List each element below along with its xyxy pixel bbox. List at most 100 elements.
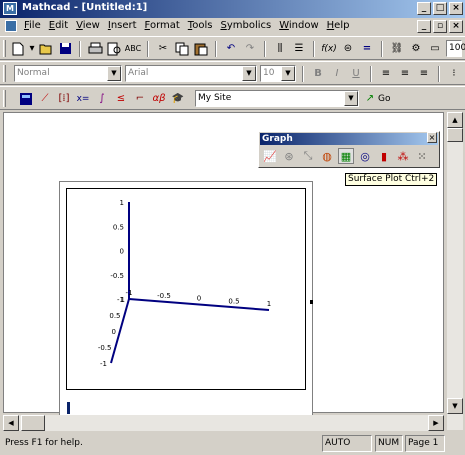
align-down-icon[interactable]: ☰ [291, 41, 307, 57]
menu-window[interactable]: Window [279, 20, 318, 31]
x-tick-label: -0.5 [157, 292, 171, 300]
save-disk-icon[interactable] [57, 41, 73, 57]
insert-hyperlink-icon[interactable]: ⛓ [389, 41, 405, 57]
y-tick-label: 1 [121, 296, 125, 304]
chevron-down-icon[interactable]: ▼ [107, 66, 121, 81]
y-tick-label: -1 [100, 360, 107, 368]
new-document-icon[interactable] [10, 41, 26, 57]
style-value: Normal [17, 68, 50, 78]
open-folder-icon[interactable] [38, 41, 54, 57]
calculator-toolbar-icon[interactable] [18, 91, 34, 107]
close-button[interactable]: × [449, 2, 463, 15]
chevron-down-icon[interactable]: ▼ [344, 91, 358, 106]
font-combo[interactable]: Arial ▼ [125, 65, 257, 82]
go-button[interactable]: Go [378, 94, 390, 104]
paste-icon[interactable] [193, 41, 209, 57]
zoom-combo[interactable]: 100 [446, 40, 465, 57]
graph-toolbar-icon[interactable]: ⟋ [37, 91, 53, 107]
print-icon[interactable] [87, 41, 103, 57]
status-num: NUM [375, 435, 403, 452]
align-center-icon[interactable]: ≡ [397, 66, 413, 82]
evaluation-toolbar-icon[interactable]: x= [75, 91, 91, 107]
calculus-toolbar-icon[interactable]: ∫ [94, 91, 110, 107]
bullets-icon[interactable]: ⁝ [446, 66, 462, 82]
z-tick-label: 0 [120, 248, 124, 256]
vector-field-plot-icon[interactable]: ⁙ [414, 148, 430, 164]
doc-minimize-button[interactable]: _ [417, 20, 431, 33]
menu-file[interactable]: File [24, 20, 41, 31]
italic-icon[interactable]: I [329, 66, 345, 82]
scroll-left-icon[interactable]: ◀ [3, 415, 19, 431]
chevron-down-icon[interactable]: ▼ [242, 66, 256, 81]
print-preview-icon[interactable] [106, 41, 122, 57]
chevron-down-icon[interactable]: ▼ [281, 66, 295, 81]
surface-plot-icon[interactable]: ▦ [338, 148, 354, 164]
undo-icon[interactable]: ↶ [223, 41, 239, 57]
insert-unit-icon[interactable]: ⊜ [340, 41, 356, 57]
menu-bar: File Edit View Insert Format Tools Symbo… [0, 18, 465, 35]
graph-palette: Graph × 📈 ⊛ ⤡ ◍ ▦ ◎ ▮ ⁂ ⁙ [258, 131, 440, 168]
copy-icon[interactable] [174, 41, 190, 57]
resize-handle[interactable] [310, 300, 313, 304]
xy-plot-icon[interactable]: 📈 [262, 148, 278, 164]
status-help-text: Press F1 for help. [5, 438, 83, 448]
menu-edit[interactable]: Edit [49, 20, 68, 31]
scroll-up-icon[interactable]: ▲ [447, 112, 463, 128]
bar-plot-3d-icon[interactable]: ▮ [376, 148, 392, 164]
menu-tools[interactable]: Tools [188, 20, 213, 31]
menu-view[interactable]: View [76, 20, 100, 31]
zoom-plot-icon[interactable]: ⤡ [300, 148, 316, 164]
toolbar-grip[interactable] [3, 65, 6, 82]
font-size-combo[interactable]: 10 ▼ [260, 65, 296, 82]
menu-insert[interactable]: Insert [108, 20, 137, 31]
matrix-toolbar-icon[interactable]: [⁞] [56, 91, 72, 107]
doc-close-button[interactable]: × [449, 20, 463, 33]
maximize-button[interactable]: □ [433, 2, 447, 15]
boolean-toolbar-icon[interactable]: ≤ [113, 91, 129, 107]
scroll-thumb[interactable] [447, 128, 463, 142]
scroll-right-icon[interactable]: ▶ [428, 415, 444, 431]
insert-component-icon[interactable]: ⚙ [408, 41, 424, 57]
style-combo[interactable]: Normal ▼ [14, 65, 122, 82]
go-arrow-icon[interactable]: ↗ [362, 91, 378, 107]
mathcad-app-icon[interactable]: M [3, 2, 17, 15]
horizontal-scrollbar[interactable]: ◀ ▶ [3, 415, 444, 431]
menu-format[interactable]: Format [145, 20, 180, 31]
menu-symbolics[interactable]: Symbolics [220, 20, 271, 31]
toolbar-grip[interactable] [3, 90, 6, 107]
resource-combo[interactable]: My Site ▼ [195, 90, 359, 107]
resource-center-icon[interactable]: ▭ [427, 41, 443, 57]
status-mode: AUTO [322, 435, 372, 452]
underline-icon[interactable]: U [348, 66, 364, 82]
status-page: Page 1 [405, 435, 445, 452]
trace-plot-icon[interactable]: ◍ [319, 148, 335, 164]
math-toolbar: ⟋ [⁞] x= ∫ ≤ ⌐ αβ 🎓 My Site ▼ ↗ Go [0, 86, 465, 110]
align-across-icon[interactable]: ⫼ [272, 41, 288, 57]
scroll-thumb[interactable] [21, 415, 45, 431]
close-icon[interactable]: × [427, 132, 437, 143]
z-tick-label: 1 [120, 199, 124, 207]
minimize-button[interactable]: _ [417, 2, 431, 15]
contour-plot-icon[interactable]: ◎ [357, 148, 373, 164]
redo-icon[interactable]: ↷ [242, 41, 258, 57]
polar-plot-icon[interactable]: ⊛ [281, 148, 297, 164]
programming-toolbar-icon[interactable]: ⌐ [132, 91, 148, 107]
menu-help[interactable]: Help [327, 20, 350, 31]
scroll-down-icon[interactable]: ▼ [447, 398, 463, 414]
doc-restore-button[interactable]: ▫ [433, 20, 447, 33]
greek-toolbar-icon[interactable]: αβ [151, 91, 167, 107]
scatter-plot-3d-icon[interactable]: ⁂ [395, 148, 411, 164]
document-icon[interactable] [5, 20, 17, 32]
symbolic-toolbar-icon[interactable]: 🎓 [170, 91, 186, 107]
graph-palette-title[interactable]: Graph [260, 133, 438, 145]
bold-icon[interactable]: B [310, 66, 326, 82]
spell-check-icon[interactable]: ABC [125, 41, 141, 57]
vertical-scrollbar[interactable]: ▲ ▼ [447, 112, 463, 430]
cut-icon[interactable]: ✂ [155, 41, 171, 57]
calculate-icon[interactable]: = [359, 41, 375, 57]
insert-function-icon[interactable]: f(x) [321, 41, 337, 57]
toolbar-grip[interactable] [3, 40, 6, 57]
align-left-icon[interactable]: ≡ [378, 66, 394, 82]
align-right-icon[interactable]: ≡ [416, 66, 432, 82]
new-dropdown-icon[interactable]: ▾ [29, 41, 35, 57]
